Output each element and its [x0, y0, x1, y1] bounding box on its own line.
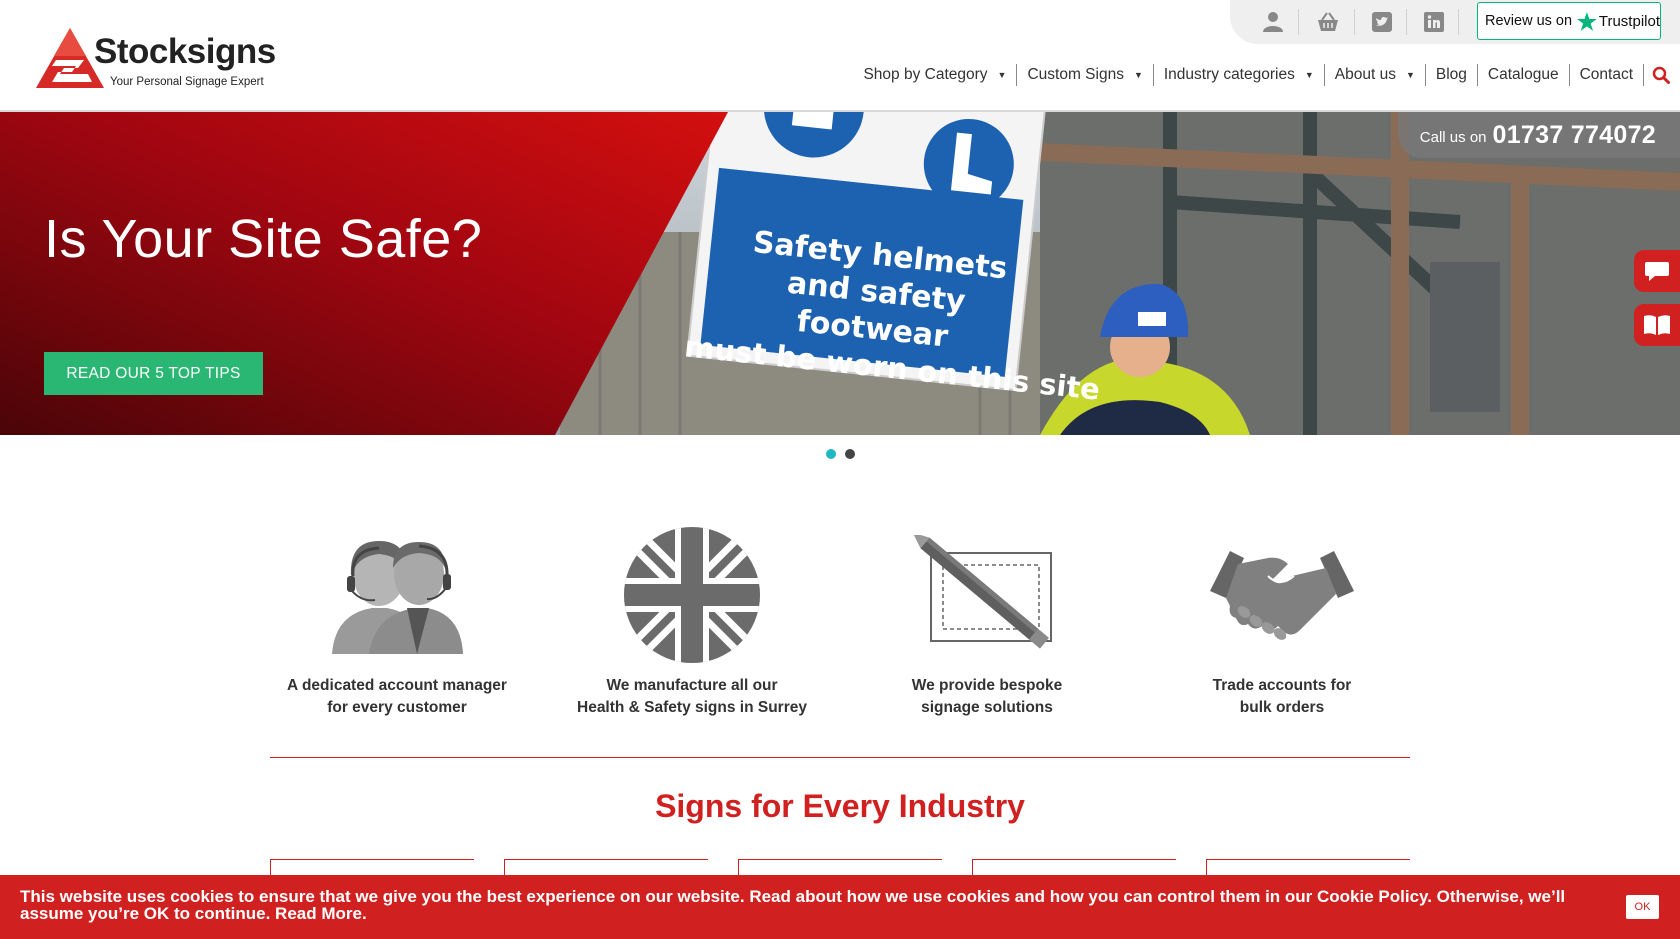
nav-catalogue[interactable]: Catalogue [1478, 64, 1570, 86]
feature-trade-accounts: Trade accounts for bulk orders [1162, 525, 1402, 719]
brand-name: Stocksigns [94, 32, 276, 71]
feature-account-manager: A dedicated account manager for every cu… [277, 525, 517, 719]
utility-separator [1406, 9, 1407, 35]
twitter-icon[interactable] [1368, 8, 1396, 36]
site-header: Stocksigns Your Personal Signage Expert … [0, 0, 1680, 112]
call-us-box[interactable]: Call us on 01737 774072 [1398, 112, 1680, 158]
trustpilot-prefix: Review us on [1485, 13, 1573, 29]
catalogue-tab[interactable] [1634, 304, 1680, 346]
feature-bespoke: We provide bespoke signage solutions [867, 525, 1107, 719]
feature-text: A dedicated account manager for every cu… [287, 677, 507, 716]
nav-about-us[interactable]: About us ▼ [1325, 64, 1426, 86]
feature-text: We manufacture all our Health & Safety s… [577, 677, 807, 716]
stocksigns-logo[interactable]: Stocksigns Your Personal Signage Expert [34, 26, 276, 92]
call-label: Call us on [1419, 129, 1487, 146]
slider-dot-1[interactable] [826, 449, 836, 459]
cookie-banner: This website uses cookies to ensure that… [0, 875, 1680, 939]
main-navigation: Shop by Category ▼ Custom Signs ▼ Indust… [853, 62, 1670, 88]
phone-number: 01737 774072 [1492, 120, 1656, 149]
caret-down-icon: ▼ [997, 70, 1007, 80]
account-managers-icon [322, 525, 472, 665]
utility-separator [1458, 9, 1459, 35]
chat-tab[interactable] [1634, 250, 1680, 292]
cookie-message: This website uses cookies to ensure that… [20, 887, 1566, 923]
trustpilot-review-button[interactable]: Review us on Trustpilot [1477, 2, 1661, 40]
cookie-ok-button[interactable]: OK [1626, 895, 1659, 919]
nav-shop-by-category[interactable]: Shop by Category ▼ [853, 64, 1018, 86]
section-title: Signs for Every Industry [655, 788, 1025, 824]
search-icon[interactable] [1644, 66, 1670, 84]
section-divider [270, 757, 1410, 758]
user-icon[interactable] [1259, 8, 1287, 36]
feature-text: Trade accounts for bulk orders [1212, 677, 1352, 716]
nav-blog[interactable]: Blog [1426, 64, 1478, 86]
nav-label: Shop by Category [863, 66, 988, 83]
nav-label: Catalogue [1487, 66, 1559, 83]
feature-uk-made: We manufacture all our Health & Safety s… [572, 525, 812, 719]
brand-tagline: Your Personal Signage Expert [110, 76, 264, 88]
utility-separator [1354, 9, 1355, 35]
utility-separator [1298, 9, 1299, 35]
nav-label: Blog [1435, 66, 1467, 83]
hero-title: Is Your Site Safe? [44, 209, 483, 269]
nav-label: Industry categories [1163, 66, 1295, 83]
nav-custom-signs[interactable]: Custom Signs ▼ [1017, 64, 1154, 86]
feature-list: A dedicated account manager for every cu… [270, 525, 1410, 725]
linkedin-icon[interactable] [1420, 8, 1448, 36]
slider-dot-2[interactable] [845, 449, 855, 459]
slider-dots [826, 449, 855, 459]
feature-text: We provide bespoke signage solutions [911, 677, 1063, 716]
trustpilot-brand: Trustpilot [1598, 12, 1660, 30]
pencil-design-icon [912, 525, 1062, 665]
trustpilot-star-icon [1577, 11, 1597, 31]
read-tips-button[interactable]: READ OUR 5 TOP TIPS [44, 352, 263, 395]
caret-down-icon: ▼ [1405, 70, 1415, 80]
chat-icon [1645, 262, 1669, 281]
catalogue-book-icon [1644, 315, 1670, 335]
caret-down-icon: ▼ [1133, 70, 1143, 80]
hero-slider: Safety helmets and safety footwear must … [0, 112, 1680, 435]
nav-contact[interactable]: Contact [1570, 64, 1644, 86]
caret-down-icon: ▼ [1304, 70, 1314, 80]
nav-label: About us [1334, 66, 1396, 83]
nav-label: Custom Signs [1027, 66, 1124, 83]
nav-industry-categories[interactable]: Industry categories ▼ [1154, 64, 1325, 86]
basket-icon[interactable] [1314, 8, 1342, 36]
nav-label: Contact [1579, 66, 1633, 83]
handshake-icon [1207, 525, 1357, 665]
union-jack-icon [617, 525, 767, 665]
